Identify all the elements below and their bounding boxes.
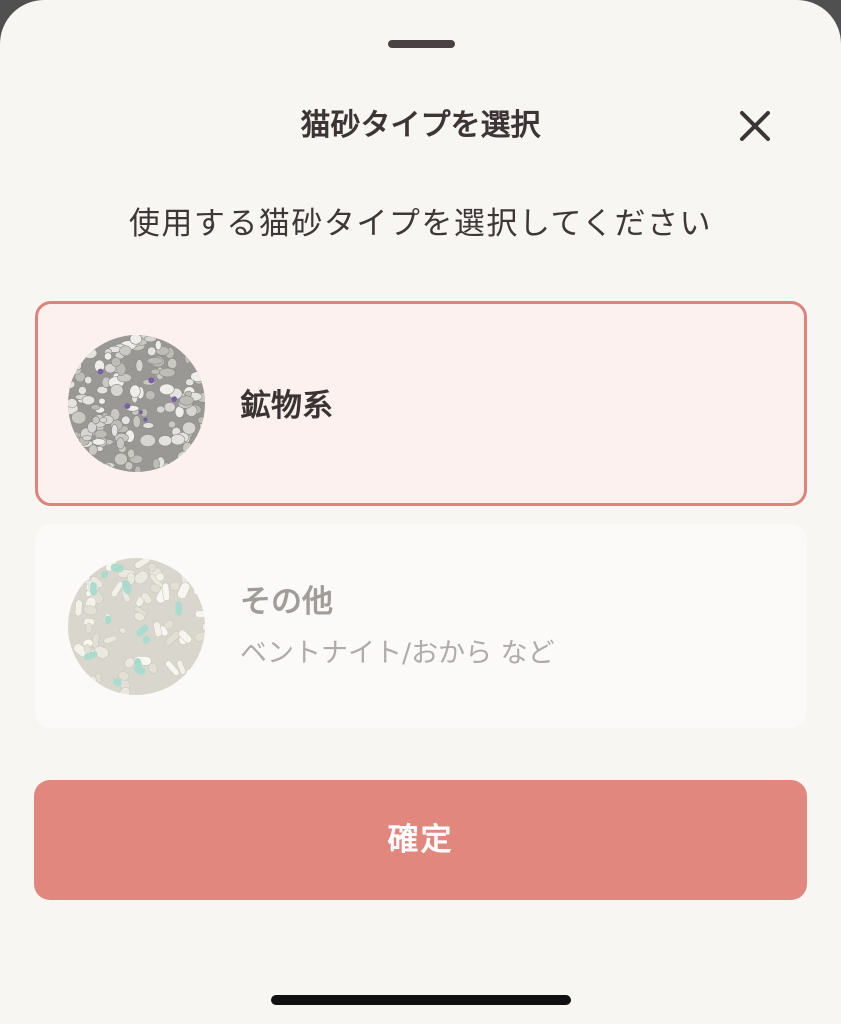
close-icon [740, 111, 770, 141]
instruction-text: 使用する猫砂タイプを選択してください [128, 206, 713, 242]
close-button[interactable] [733, 104, 777, 148]
mineral-litter-thumbnail [68, 335, 205, 472]
home-indicator [271, 995, 571, 1005]
sheet-grabber[interactable] [388, 40, 455, 48]
option-mineral-label: 鉱物系 [240, 388, 333, 424]
confirm-button[interactable]: 確定 [34, 780, 807, 900]
sheet-title: 猫砂タイプを選択 [300, 108, 541, 143]
other-litter-thumbnail [68, 558, 205, 695]
option-other-label: その他 [240, 584, 333, 620]
option-other-sublabel: ベントナイト/おから など [240, 638, 555, 669]
bottom-sheet: 猫砂タイプを選択 使用する猫砂タイプを選択してください 鉱物系 その他 ベントナ… [0, 0, 841, 1024]
